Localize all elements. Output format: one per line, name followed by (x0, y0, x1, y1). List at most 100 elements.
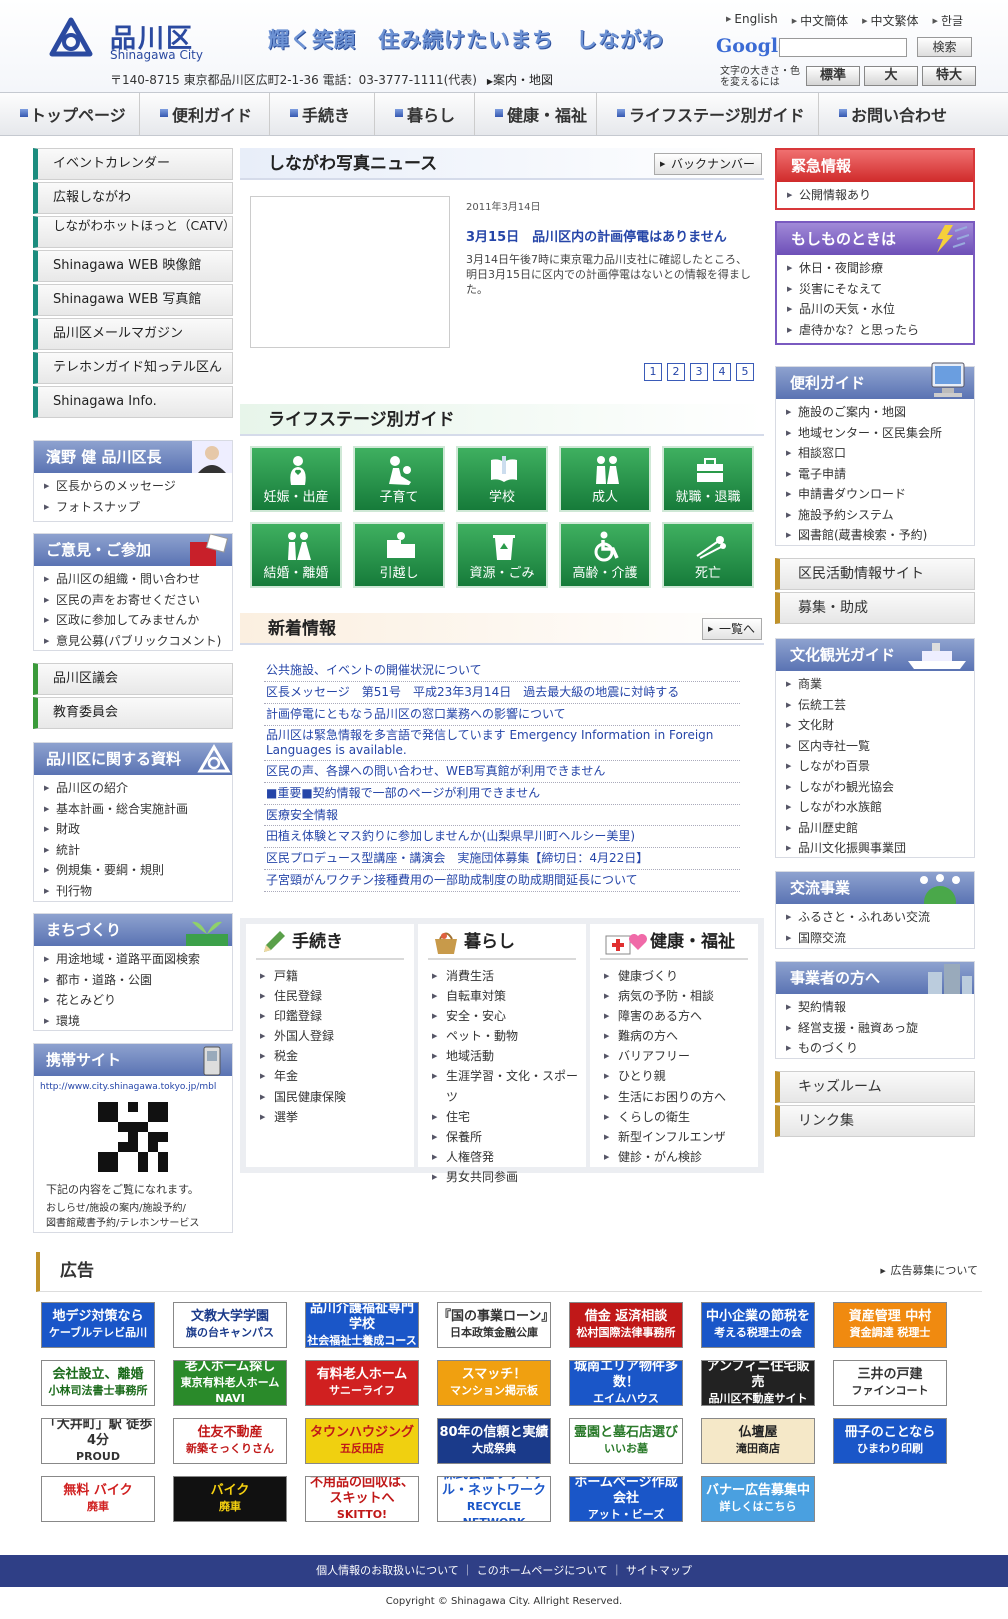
category-item[interactable]: 男女共同参画 (430, 1167, 586, 1187)
business-item[interactable]: 経営支援・融資あっ旋 (776, 1018, 974, 1039)
news-item[interactable]: 区民の声、各課への問い合わせ、WEB写真館が利用できません (264, 761, 740, 783)
photo-news-headline[interactable]: 3月15日 品川区内の計画停電はありません (466, 226, 727, 245)
benri-item[interactable]: 電子申請 (776, 464, 974, 485)
nav-kenko[interactable]: 健康・福祉 (475, 93, 597, 135)
category-item[interactable]: 障害のある方へ (602, 1006, 726, 1026)
ad-banner[interactable]: 有料老人ホーム サニーライフ (305, 1360, 419, 1406)
ad-banner[interactable]: 仏壇屋 滝田商店 (701, 1418, 815, 1464)
left-button-web-photo[interactable]: Shinagawa WEB 写真館 (33, 284, 233, 316)
town-item[interactable]: 都市・道路・公園 (34, 970, 232, 991)
ad-banner[interactable]: 株式会社リサイクル・ネットワークRECYCLE NETWORK (437, 1476, 551, 1522)
mayor-item-message[interactable]: 区長からのメッセージ (34, 476, 232, 497)
left-button-shinagawa-info[interactable]: Shinagawa Info. (33, 386, 233, 418)
culture-item[interactable]: 区内寺社一覧 (776, 736, 974, 757)
ad-banner[interactable]: 地デジ対策なら ケーブルテレビ品川 (41, 1302, 155, 1348)
ad-banner[interactable]: バナー広告募集中 詳しくはこちら (701, 1476, 815, 1522)
backnumber-button[interactable]: バックナンバー (653, 153, 762, 175)
culture-item[interactable]: しながわ水族館 (776, 797, 974, 818)
culture-item[interactable]: 商業 (776, 674, 974, 695)
benri-item[interactable]: 図書館(蔵書検索・予約) (776, 525, 974, 546)
docs-item[interactable]: 基本計画・総合実施計画 (34, 799, 232, 820)
category-item[interactable]: 病気の予防・相談 (602, 986, 726, 1006)
category-item[interactable]: バリアフリー (602, 1046, 726, 1066)
category-item[interactable]: 外国人登録 (258, 1026, 346, 1046)
map-link[interactable]: ▶案内・地図 (487, 73, 553, 87)
business-item[interactable]: 契約情報 (776, 997, 974, 1018)
culture-item[interactable]: しながわ観光協会 (776, 777, 974, 798)
category-item[interactable]: ひとり親 (602, 1066, 726, 1086)
ad-banner[interactable]: 住友不動産 新築そっくりさん (173, 1418, 287, 1464)
opinion-item[interactable]: 品川区の組織・問い合わせ (34, 569, 232, 590)
moshimo-item[interactable]: 虐待かな？と思ったら (777, 320, 973, 341)
category-title[interactable]: 暮らし (428, 924, 576, 960)
ad-banner[interactable]: 借金 返済相談 松村国際法律事務所 (569, 1302, 683, 1348)
benri-item[interactable]: 地域センター・区民集会所 (776, 423, 974, 444)
lang-korean[interactable]: 한글 (933, 12, 963, 29)
lifestage-death-button[interactable]: 死亡 (662, 522, 754, 588)
category-item[interactable]: 国民健康保険 (258, 1087, 346, 1107)
category-item[interactable]: 生涯学習・文化・スポーツ (430, 1066, 586, 1106)
lang-chinese-traditional[interactable]: 中文繁体 (862, 12, 919, 29)
category-item[interactable]: 安全・安心 (430, 1006, 586, 1026)
benri-item[interactable]: 申請書ダウンロード (776, 484, 974, 505)
lifestage-moving-button[interactable]: 引越し (353, 522, 445, 588)
moshimo-item[interactable]: 品川の天気・水位 (777, 299, 973, 320)
nav-benri[interactable]: 便利ガイド (140, 93, 270, 135)
category-title[interactable]: 健康・福祉 (600, 924, 748, 960)
opinion-item[interactable]: 区政に参加してみませんか (34, 610, 232, 631)
lang-english[interactable]: English (726, 12, 777, 29)
exchange-item[interactable]: 国際交流 (776, 928, 974, 949)
ad-banner[interactable]: 霊園と墓石店選び いいお墓 (569, 1418, 683, 1464)
ad-banner[interactable]: 『国の事業ローン』 日本政策金融公庫 (437, 1302, 551, 1348)
category-item[interactable]: 戸籍 (258, 966, 346, 986)
town-item[interactable]: 環境 (34, 1011, 232, 1032)
benri-item[interactable]: 施設のご案内・地図 (776, 402, 974, 423)
opinion-item[interactable]: 意見公募(パブリックコメント) (34, 631, 232, 652)
category-item[interactable]: ペット・動物 (430, 1026, 586, 1046)
category-item[interactable]: 年金 (258, 1066, 346, 1086)
fontsize-xlarge-button[interactable]: 特大 (922, 66, 976, 86)
news-item[interactable]: 公共施設、イベントの開催状況について (264, 660, 740, 682)
ad-banner[interactable]: 品川介護福祉専門学校 社会福祉士養成コース (305, 1302, 419, 1348)
category-item[interactable]: 健診・がん検診 (602, 1147, 726, 1167)
left-button-catv[interactable]: しながわホットほっと（CATV） (33, 216, 236, 248)
nav-lifestage[interactable]: ライフステージ別ガイド (597, 93, 819, 135)
left-button-telephone-guide[interactable]: テレホンガイド知っテル区ん (33, 352, 233, 384)
category-item[interactable]: 消費生活 (430, 966, 586, 986)
ad-banner[interactable]: 資産管理 中村 資金調達 税理士 (833, 1302, 947, 1348)
category-item[interactable]: 難病の方へ (602, 1026, 726, 1046)
site-logo[interactable]: 品川区 Shinagawa City (48, 14, 208, 66)
footer-link-privacy[interactable]: 個人情報のお取扱いについて (316, 1564, 459, 1577)
news-item[interactable]: 医療安全情報 (264, 805, 740, 827)
news-item[interactable]: 計画停電にともなう品川区の窓口業務への影響について (264, 704, 740, 726)
category-item[interactable]: 人権啓発 (430, 1147, 586, 1167)
town-item[interactable]: 花とみどり (34, 990, 232, 1011)
ad-banner[interactable]: 中小企業の節税を 考える税理士の会 (701, 1302, 815, 1348)
lifestage-job-button[interactable]: 就職・退職 (662, 446, 754, 512)
culture-item[interactable]: 文化財 (776, 715, 974, 736)
ad-banner[interactable]: 会社設立、離婚 小林司法書士事務所 (41, 1360, 155, 1406)
category-item[interactable]: 生活にお困りの方へ (602, 1087, 726, 1107)
left-button-web-video[interactable]: Shinagawa WEB 映像館 (33, 250, 233, 282)
category-item[interactable]: くらしの衛生 (602, 1107, 726, 1127)
ad-banner[interactable]: ホームページ作成会社 アット・ビーズ (569, 1476, 683, 1522)
category-item[interactable]: 保養所 (430, 1127, 586, 1147)
right-button-boshu[interactable]: 募集・助成 (775, 592, 975, 624)
lifestage-marriage-button[interactable]: 結婚・離婚 (250, 522, 342, 588)
pager-page[interactable]: 4 (713, 363, 731, 381)
footer-link-about[interactable]: このホームページについて (477, 1564, 608, 1577)
news-item[interactable]: 区長メッセージ 第51号 平成23年3月14日 過去最大級の地震に対峙する (264, 682, 740, 704)
news-item[interactable]: 子宮頸がんワクチン接種費用の一部助成制度の助成期間延長について (264, 870, 740, 893)
category-title[interactable]: 手続き (256, 924, 404, 960)
right-button-kids-room[interactable]: キッズルーム (775, 1071, 975, 1103)
ad-banner[interactable]: アンフィニ住宅販売 品川区不動産サイト (701, 1360, 815, 1406)
ad-banner[interactable]: 三井の戸建 ファインコート (833, 1360, 947, 1406)
ad-banner[interactable]: 「大井町」駅 徒歩4分 PROUD (41, 1418, 155, 1464)
ad-banner[interactable]: 80年の信頼と実績 大成祭典 (437, 1418, 551, 1464)
news-item[interactable]: ■重要■契約情報で一部のページが利用できません (264, 783, 740, 805)
nav-contact[interactable]: お問い合わせ (819, 93, 1008, 135)
search-input[interactable] (779, 38, 907, 57)
lifestage-school-button[interactable]: 学校 (456, 446, 548, 512)
left-button-education[interactable]: 教育委員会 (33, 697, 233, 729)
pager-page[interactable]: 5 (736, 363, 754, 381)
